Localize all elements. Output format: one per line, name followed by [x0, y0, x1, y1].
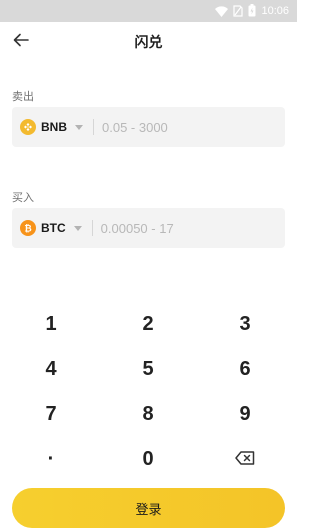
battery-icon	[248, 2, 256, 21]
key-3[interactable]: 3	[210, 304, 280, 344]
key-4[interactable]: 4	[16, 349, 86, 389]
header: 闪兑	[0, 22, 297, 60]
key-0[interactable]: 0	[113, 439, 183, 479]
sell-coin-label: BNB	[41, 120, 67, 134]
buy-coin-select[interactable]: ₿ BTC	[12, 208, 82, 248]
buy-field: ₿ BTC	[12, 208, 285, 248]
key-8[interactable]: 8	[113, 394, 183, 434]
buy-coin-label: BTC	[41, 221, 66, 235]
key-decimal[interactable]: ·	[16, 439, 86, 479]
svg-text:₿: ₿	[24, 224, 31, 234]
key-6[interactable]: 6	[210, 349, 280, 389]
buy-amount-input[interactable]	[92, 208, 285, 248]
backspace-key[interactable]	[210, 439, 280, 479]
login-button[interactable]: 登录	[12, 488, 285, 528]
bnb-icon	[20, 119, 36, 135]
key-7[interactable]: 7	[16, 394, 86, 434]
status-icons: 10:06	[215, 2, 289, 21]
key-9[interactable]: 9	[210, 394, 280, 434]
wifi-icon	[215, 2, 229, 21]
chevron-down-icon	[75, 124, 83, 130]
key-1[interactable]: 1	[16, 304, 86, 344]
sell-field: BNB	[12, 107, 285, 147]
no-sim-icon	[233, 2, 244, 21]
buy-label: 买入	[12, 191, 34, 204]
key-5[interactable]: 5	[113, 349, 183, 389]
chevron-down-icon	[73, 225, 82, 231]
status-bar: 10:06	[0, 0, 297, 22]
page-title: 闪兑	[134, 35, 163, 51]
status-time: 10:06	[261, 5, 289, 17]
backspace-icon	[235, 448, 255, 471]
sell-label: 卖出	[12, 90, 34, 103]
sell-amount-input[interactable]	[94, 107, 285, 147]
btc-icon: ₿	[20, 220, 36, 236]
key-2[interactable]: 2	[113, 304, 183, 344]
sell-coin-select[interactable]: BNB	[12, 107, 83, 147]
